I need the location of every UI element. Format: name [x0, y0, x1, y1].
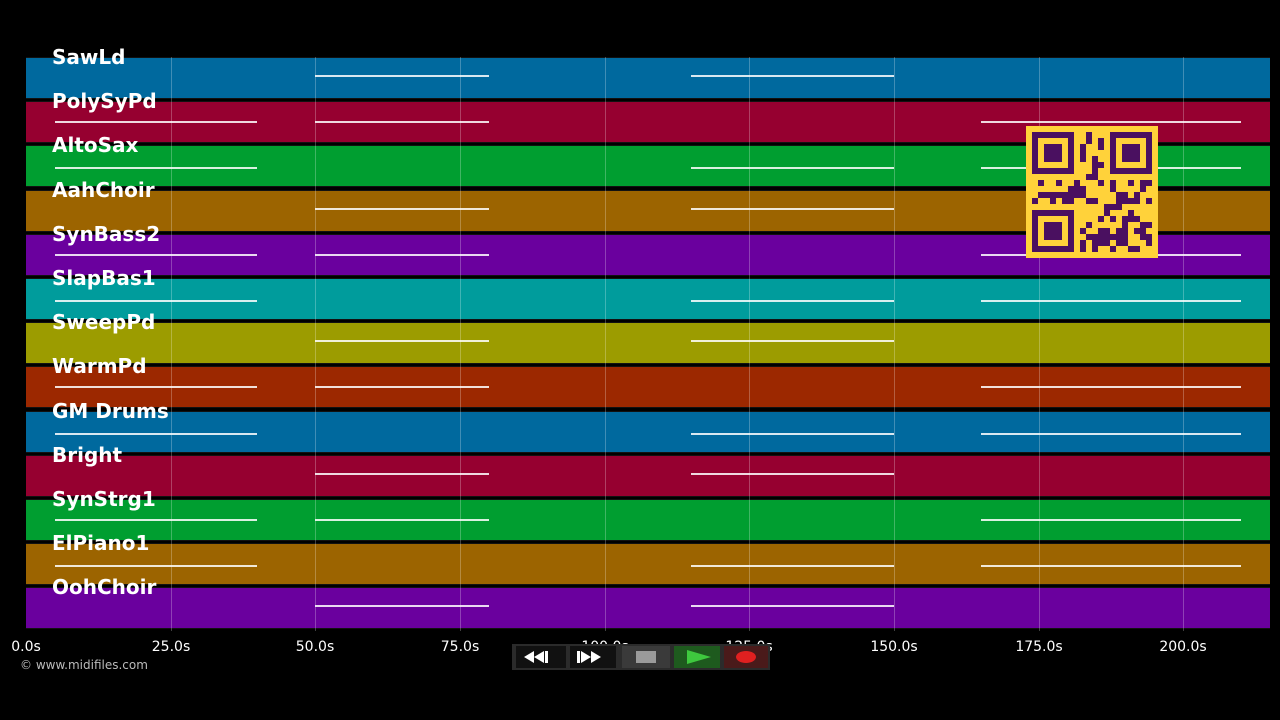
midi-note-strip — [54, 254, 258, 256]
time-tick-label: 200.0s — [1159, 639, 1207, 655]
midi-note-strip — [315, 254, 489, 256]
midi-note-strip — [691, 340, 894, 342]
midi-note-strip — [691, 433, 894, 435]
play-button[interactable] — [674, 646, 720, 668]
record-button[interactable] — [724, 646, 768, 668]
midi-note-strip — [315, 473, 489, 475]
midi-note-strip — [54, 121, 258, 123]
midi-note-strip — [54, 386, 258, 388]
midi-note-strip — [691, 208, 894, 210]
track-label: AahChoir — [52, 178, 155, 202]
time-gridline — [749, 57, 750, 631]
track-label: SweepPd — [52, 310, 156, 334]
midi-note-strip — [691, 565, 894, 567]
time-tick-label: 175.0s — [1015, 639, 1063, 655]
copyright-text: © www.midifiles.com — [20, 658, 148, 672]
track-lane — [26, 278, 1270, 320]
time-gridline — [1183, 57, 1184, 631]
time-gridline — [171, 57, 172, 631]
track-label: WarmPd — [52, 354, 147, 378]
stop-icon — [636, 651, 656, 663]
rewind-button[interactable] — [516, 646, 566, 668]
stop-button[interactable] — [622, 646, 670, 668]
qr-code — [1026, 126, 1158, 258]
time-tick-label: 150.0s — [870, 639, 918, 655]
midi-note-strip — [315, 386, 489, 388]
play-icon — [687, 650, 711, 664]
midi-note-strip — [691, 75, 894, 77]
midi-note-strip — [691, 167, 894, 169]
rewind-icon — [524, 651, 548, 663]
time-tick-label: 25.0s — [151, 639, 191, 655]
track-lane — [26, 322, 1270, 364]
fast-forward-button[interactable] — [570, 646, 616, 668]
midi-note-strip — [980, 300, 1242, 302]
transport-bar — [512, 644, 770, 670]
midi-note-strip — [315, 605, 489, 607]
midi-note-strip — [980, 519, 1242, 521]
track-lane — [26, 411, 1270, 453]
midi-note-strip — [54, 565, 258, 567]
midi-note-strip — [980, 121, 1242, 123]
time-tick-label: 0.0s — [11, 639, 41, 655]
time-tick-label: 75.0s — [440, 639, 480, 655]
midi-note-strip — [980, 565, 1242, 567]
track-lane — [26, 587, 1270, 629]
midi-note-strip — [315, 519, 489, 521]
time-gridline — [460, 57, 461, 631]
record-icon — [736, 651, 756, 663]
midi-note-strip — [315, 340, 489, 342]
track-label: AltoSax — [52, 133, 139, 157]
track-label: SlapBas1 — [52, 266, 156, 290]
track-label: SawLd — [52, 45, 126, 69]
track-lane — [26, 455, 1270, 497]
midi-note-strip — [691, 473, 894, 475]
midi-note-strip — [980, 433, 1242, 435]
fast-forward-icon — [577, 651, 601, 663]
track-lane — [26, 543, 1270, 585]
piano-roll-stage: SawLd PolySyPd AltoSax AahChoir SynBass2 Slap… — [0, 0, 1280, 720]
midi-note-strip — [691, 300, 894, 302]
time-tick-label: 50.0s — [295, 639, 335, 655]
midi-note-strip — [315, 208, 489, 210]
midi-note-strip — [54, 519, 258, 521]
time-gridline — [315, 57, 316, 631]
time-gridline — [605, 57, 606, 631]
midi-note-strip — [315, 121, 489, 123]
track-label: Bright — [52, 443, 123, 467]
time-gridline — [894, 57, 895, 631]
midi-note-strip — [691, 605, 894, 607]
track-label: PolySyPd — [52, 89, 157, 113]
midi-note-strip — [54, 433, 258, 435]
midi-note-strip — [54, 300, 258, 302]
midi-note-strip — [980, 386, 1242, 388]
track-label: GM Drums — [52, 399, 169, 423]
midi-note-strip — [315, 75, 489, 77]
track-lane — [26, 57, 1270, 99]
qr-code-pattern — [1032, 132, 1152, 252]
midi-note-strip — [54, 167, 258, 169]
track-label: OohChoir — [52, 575, 157, 599]
track-label: SynBass2 — [52, 222, 161, 246]
track-label: SynStrg1 — [52, 487, 156, 511]
track-label: ElPiano1 — [52, 531, 150, 555]
